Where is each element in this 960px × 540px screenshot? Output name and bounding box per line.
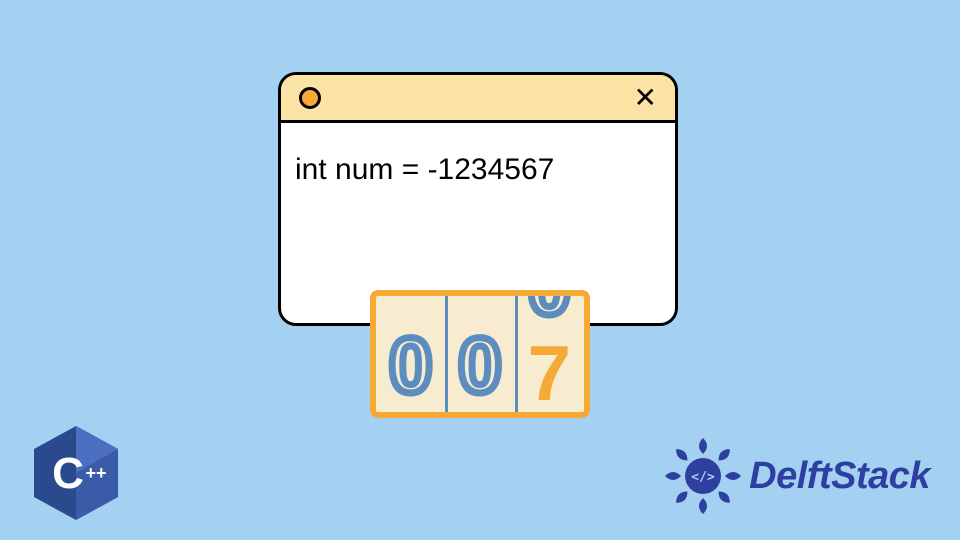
svg-text:</>: </> [691,470,715,485]
code-line: int num = -1234567 [295,153,554,186]
window-titlebar: ✕ [281,75,675,123]
digit-value: 0 [445,326,514,404]
digit-counter: 0 0 0 7 [370,290,590,418]
digit-value-incoming: 7 [515,334,584,412]
digit-value: 0 [376,326,445,404]
digit-slot-1: 0 [376,296,445,412]
close-icon: ✕ [634,84,657,112]
code-window: ✕ int num = -1234567 [278,72,678,326]
cpp-plus: ++ [85,463,106,483]
digit-value-outgoing: 0 [515,296,584,326]
brand-name: DelftStack [749,455,930,498]
digit-slot-3: 0 7 [515,296,584,412]
brand-logo-group: </> DelftStack [663,436,930,516]
cpp-letter: C [52,449,84,498]
digit-slot-2: 0 [445,296,514,412]
traffic-light-icon [299,87,321,109]
cpp-logo-icon: C ++ [34,426,118,520]
delftstack-icon: </> [663,436,743,516]
